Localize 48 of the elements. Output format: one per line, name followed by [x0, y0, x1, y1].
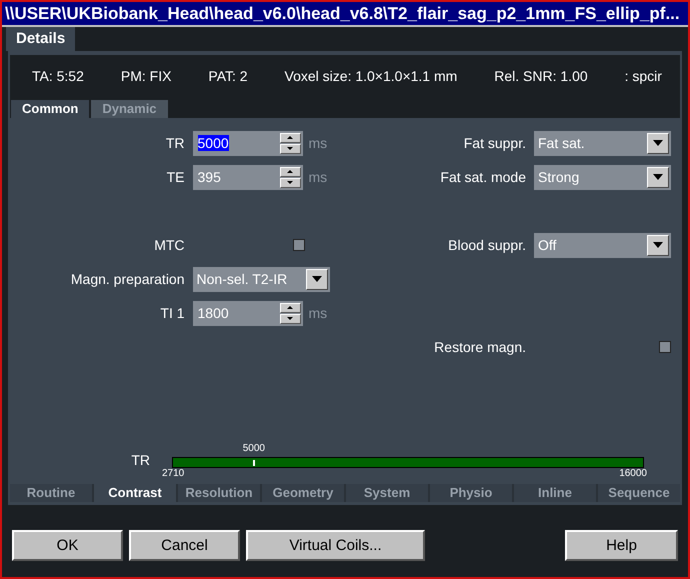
- dropdown[interactable]: Fat sat.: [534, 130, 671, 156]
- sub-tab[interactable]: Common: [11, 100, 90, 118]
- number-field[interactable]: 1800: [192, 300, 303, 326]
- window-title: \\USER\UKBiobank_Head\head_v6.0\head_v6.8\T2_flair_sag_p2_1mm_FS_ellip_pf...: [2, 2, 688, 27]
- slider-max: 16000: [619, 468, 647, 479]
- details-tab[interactable]: Details: [6, 27, 76, 51]
- info-text: TA: 5:52: [32, 68, 84, 86]
- card-tab[interactable]: Routine: [10, 484, 92, 502]
- field-label: Fat sat. mode: [440, 169, 527, 185]
- unit-label: ms: [308, 305, 328, 321]
- field-label: Blood suppr.: [448, 237, 527, 253]
- info-text: Rel. SNR: 1.00: [494, 68, 588, 86]
- dropdown[interactable]: Strong: [534, 164, 671, 190]
- dialog-button[interactable]: Virtual Coils...: [246, 530, 425, 561]
- dialog-button[interactable]: OK: [12, 530, 123, 561]
- number-field[interactable]: 5000: [192, 130, 303, 156]
- number-field[interactable]: 395: [192, 164, 303, 190]
- sub-tab[interactable]: Dynamic: [91, 100, 168, 118]
- field-label: TE: [166, 169, 186, 185]
- field-label: MTC: [154, 237, 186, 253]
- slider-value: 5000: [242, 443, 265, 454]
- slider-label: TR: [130, 452, 151, 468]
- info-text: PAT: 2: [208, 68, 248, 86]
- slider-min: 2710: [162, 468, 184, 479]
- card-tab[interactable]: Geometry: [262, 484, 344, 502]
- slider-thumb[interactable]: [252, 460, 255, 466]
- field-label: TR: [166, 135, 186, 151]
- info-text: PM: FIX: [120, 68, 172, 86]
- unit-label: ms: [308, 135, 328, 151]
- field-label: TI 1: [160, 305, 186, 321]
- card-tab[interactable]: Physio: [430, 484, 512, 502]
- field-label: Fat suppr.: [464, 135, 527, 151]
- info-text: : spcir: [624, 68, 662, 86]
- checkbox[interactable]: [659, 341, 671, 353]
- field-label: Restore magn.: [434, 339, 527, 355]
- dropdown[interactable]: Non-sel. T2-IR: [192, 266, 330, 292]
- card-tab[interactable]: Resolution: [178, 484, 260, 502]
- info-text: Voxel size: 1.0×1.0×1.1 mm: [284, 68, 458, 86]
- field-label: Magn. preparation: [70, 271, 186, 287]
- unit-label: ms: [308, 169, 328, 185]
- dropdown[interactable]: Off: [534, 232, 671, 258]
- dialog-button[interactable]: Help: [565, 530, 678, 561]
- checkbox[interactable]: [292, 239, 305, 251]
- dialog-button[interactable]: Cancel: [129, 530, 240, 561]
- card-tab[interactable]: Inline: [514, 484, 596, 502]
- card-tab[interactable]: Contrast: [94, 484, 176, 502]
- card-tab[interactable]: Sequence: [598, 484, 680, 502]
- card-tab[interactable]: System: [346, 484, 428, 502]
